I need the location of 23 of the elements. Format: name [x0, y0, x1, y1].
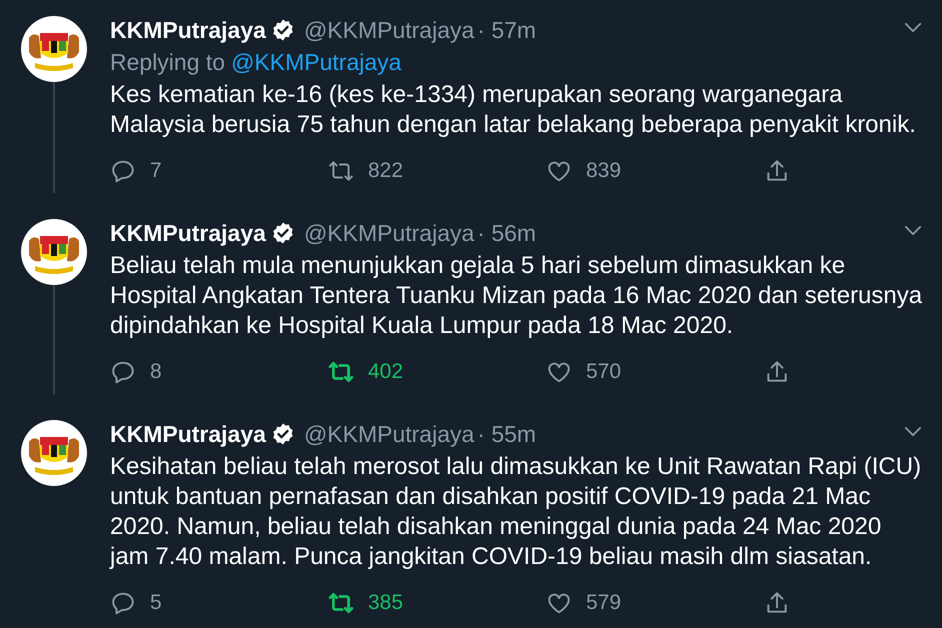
tweet-text: Kesihatan beliau telah merosot lalu dimasukkan ke Unit Rawatan Rapi (ICU) untuk bantuan pernafasan dan disahkan positif COVID-19 pada 21 Mac 2020. Namun, beliau telah disahkan meninggal dunia pada 24 Mac 2020 jam 7.40 malam. Punca jangkitan COVID-19 beliau masih dlm siasatan.: [110, 452, 922, 572]
user-handle[interactable]: @KKMPutrajaya: [304, 16, 474, 44]
tweet-text: Kes kematian ke-16 (kes ke-1334) merupakan seorang warganegara Malaysia berusia 75 tahun dengan latar belakang beberapa penyakit kronik.: [110, 80, 917, 140]
retweet-count: 402: [368, 360, 404, 384]
reply-count: 5: [150, 591, 162, 615]
timestamp[interactable]: · 57m: [477, 16, 536, 44]
like-count: 570: [586, 360, 622, 384]
display-name[interactable]: KKMPutrajaya: [110, 16, 266, 44]
tweet-text: Beliau telah mula menunjukkan gejala 5 hari sebelum dimasukkan ke Hospital Angkatan Tentera Tuanku Mizan pada 16 Mac 2020 dan seterusnya dipindahkan ke Hospital Kuala Lumpur pada 18 Mac 2020.: [110, 251, 924, 341]
like-count: 579: [586, 591, 622, 615]
mention-link[interactable]: @KKMPutrajaya: [231, 46, 402, 78]
like-count: 839: [586, 159, 622, 183]
display-name[interactable]: KKMPutrajaya: [110, 420, 266, 448]
reply-count: 8: [150, 360, 162, 384]
reply-count: 7: [150, 159, 162, 183]
user-handle[interactable]: @KKMPutrajaya: [304, 420, 474, 448]
retweet-count: 822: [368, 159, 404, 183]
timestamp[interactable]: · 56m: [477, 220, 536, 246]
user-handle[interactable]: @KKMPutrajaya: [304, 220, 474, 246]
replying-label: Replying to: [110, 48, 226, 77]
timestamp[interactable]: · 55m: [477, 420, 536, 448]
retweet-count: 385: [368, 591, 404, 615]
display-name[interactable]: KKMPutrajaya: [110, 220, 266, 246]
